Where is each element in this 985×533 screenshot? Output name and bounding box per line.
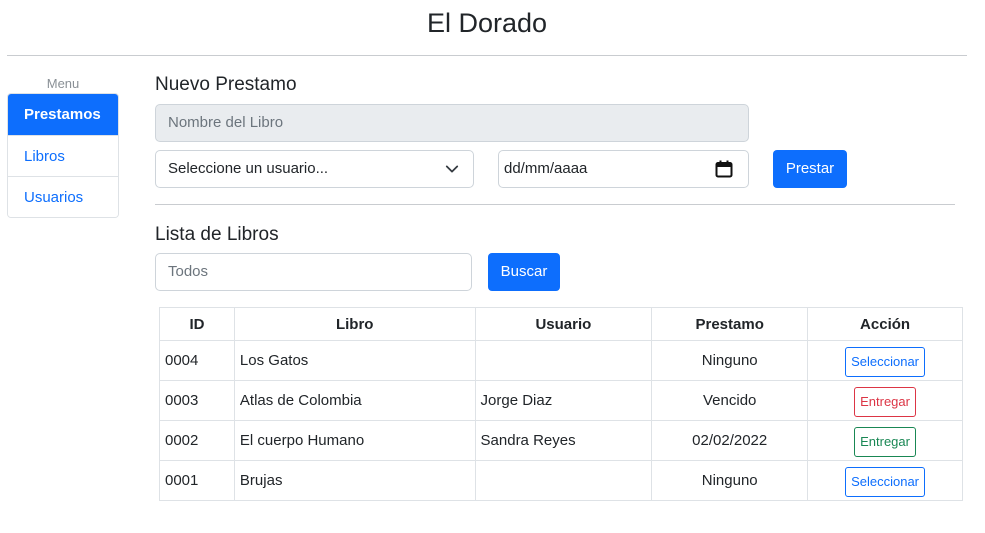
sidebar: Menu Prestamos Libros Usuarios bbox=[7, 74, 119, 218]
cell-libro: Brujas bbox=[233, 460, 476, 501]
cell-usuario bbox=[474, 460, 653, 501]
cell-id: 0003 bbox=[159, 380, 235, 421]
select-book-button[interactable]: Seleccionar bbox=[845, 466, 926, 497]
sidebar-item-usuarios[interactable]: Usuarios bbox=[8, 176, 118, 217]
loan-date-value: dd/mm/aaaa bbox=[504, 160, 588, 177]
cell-libro: Los Gatos bbox=[233, 340, 476, 381]
menu-list: Prestamos Libros Usuarios bbox=[7, 93, 119, 218]
cell-usuario bbox=[474, 340, 653, 381]
section-divider bbox=[155, 204, 955, 205]
column-header-id: ID bbox=[159, 307, 235, 341]
menu-label: Menu bbox=[46, 76, 80, 91]
chevron-down-icon bbox=[445, 165, 459, 173]
cell-id: 0001 bbox=[159, 460, 235, 501]
cell-accion: Entregar bbox=[807, 420, 963, 461]
book-name-input: Nombre del Libro bbox=[155, 104, 749, 142]
table-row: 0002 El cuerpo Humano Sandra Reyes 02/02… bbox=[159, 420, 963, 461]
table-row: 0001 Brujas Ninguno Seleccionar bbox=[159, 460, 963, 501]
book-search-input[interactable]: Todos bbox=[155, 253, 472, 291]
column-header-usuario: Usuario bbox=[474, 307, 653, 341]
cell-accion: Seleccionar bbox=[807, 340, 963, 381]
cell-accion: Entregar bbox=[807, 380, 963, 421]
table-row: 0003 Atlas de Colombia Jorge Diaz Vencid… bbox=[159, 380, 963, 421]
cell-libro: El cuerpo Humano bbox=[233, 420, 476, 461]
loan-date-input[interactable]: dd/mm/aaaa bbox=[498, 150, 749, 188]
new-loan-title: Nuevo Prestamo bbox=[155, 74, 297, 95]
select-book-button[interactable]: Seleccionar bbox=[845, 346, 926, 377]
cell-prestamo: Vencido bbox=[651, 380, 809, 421]
table-header-row: ID Libro Usuario Prestamo Acción bbox=[159, 307, 963, 341]
cell-usuario: Sandra Reyes bbox=[474, 420, 653, 461]
column-header-accion: Acción bbox=[807, 307, 963, 341]
cell-usuario: Jorge Diaz bbox=[474, 380, 653, 421]
cell-id: 0004 bbox=[159, 340, 235, 381]
cell-prestamo: Ninguno bbox=[651, 460, 809, 501]
user-select[interactable]: Seleccione un usuario... bbox=[155, 150, 474, 188]
lend-button[interactable]: Prestar bbox=[773, 150, 847, 188]
search-button[interactable]: Buscar bbox=[488, 253, 560, 291]
user-select-value: Seleccione un usuario... bbox=[168, 160, 329, 177]
table-row: 0004 Los Gatos Ninguno Seleccionar bbox=[159, 340, 963, 381]
books-table: ID Libro Usuario Prestamo Acción 0004 Lo… bbox=[159, 307, 963, 501]
calendar-icon[interactable] bbox=[715, 160, 733, 178]
return-book-button[interactable]: Entregar bbox=[854, 386, 916, 417]
sidebar-item-libros[interactable]: Libros bbox=[8, 135, 118, 176]
cell-prestamo: 02/02/2022 bbox=[651, 420, 809, 461]
cell-id: 0002 bbox=[159, 420, 235, 461]
header-divider bbox=[7, 55, 967, 56]
cell-prestamo: Ninguno bbox=[651, 340, 809, 381]
cell-accion: Seleccionar bbox=[807, 460, 963, 501]
cell-libro: Atlas de Colombia bbox=[233, 380, 476, 421]
column-header-libro: Libro bbox=[233, 307, 476, 341]
return-book-button[interactable]: Entregar bbox=[854, 426, 916, 457]
app-title: El Dorado bbox=[426, 8, 548, 38]
sidebar-item-prestamos[interactable]: Prestamos bbox=[8, 94, 118, 135]
column-header-prestamo: Prestamo bbox=[651, 307, 809, 341]
book-list-title: Lista de Libros bbox=[155, 224, 279, 245]
